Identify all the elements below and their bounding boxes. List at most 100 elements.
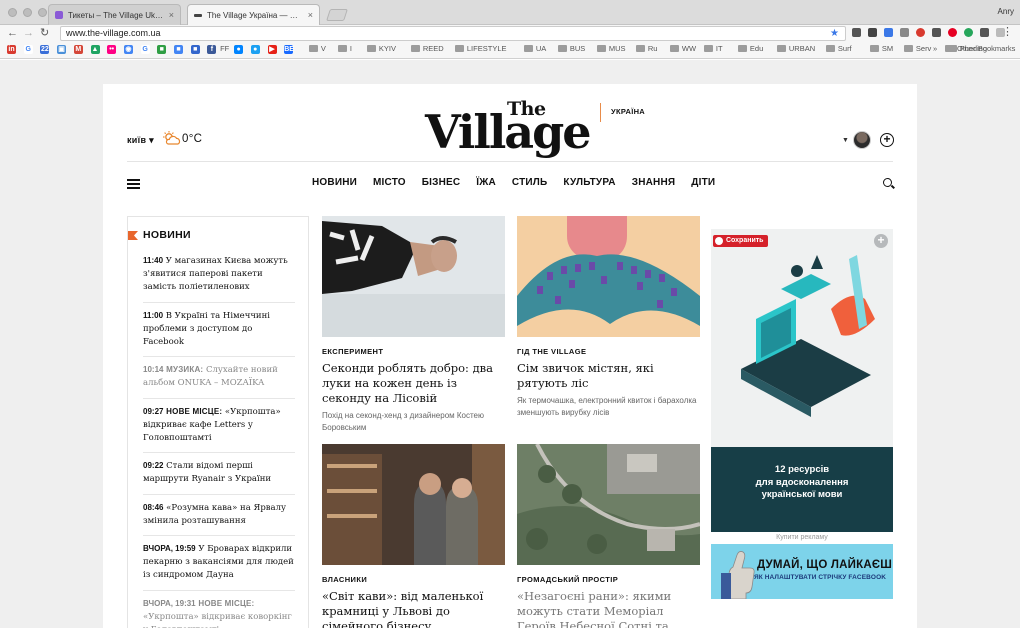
news-item[interactable]: ВЧОРА, 19:31 НОВЕ МІСЦЕ: «Укрпошта» відк…: [143, 597, 295, 628]
bookmark-folder[interactable]: V: [308, 44, 326, 53]
article-headline[interactable]: Секонди роблять добро: два луки на кожен…: [322, 361, 505, 406]
region-label[interactable]: УКРАЇНА: [611, 107, 645, 116]
bookmark-icon[interactable]: ■: [190, 45, 200, 54]
bookmark-folder[interactable]: URBAN: [776, 44, 815, 53]
extension-icon[interactable]: [884, 28, 893, 37]
bookmark-icon[interactable]: ▣: [57, 45, 67, 54]
site-logo-the[interactable]: The: [507, 98, 546, 120]
user-avatar[interactable]: [853, 131, 871, 149]
extension-icon[interactable]: [932, 28, 941, 37]
bookmark-star-icon[interactable]: ★: [830, 27, 839, 40]
bookmark-icon[interactable]: ●: [250, 45, 260, 54]
news-item[interactable]: 11:00 В Україні та Німеччині проблеми з …: [143, 309, 295, 358]
nav-item[interactable]: ЇЖА: [476, 177, 496, 188]
news-feed-title[interactable]: НОВИНИ: [143, 229, 191, 241]
extension-icon[interactable]: [980, 28, 989, 37]
bookmark-icon[interactable]: 22: [40, 45, 50, 54]
bookmark-folder[interactable]: MUS: [596, 44, 626, 53]
article-headline[interactable]: «Світ кави»: від маленької крамниці у Ль…: [322, 589, 505, 628]
add-icon[interactable]: +: [880, 133, 894, 147]
bookmark-folder[interactable]: LIFESTYLE: [454, 44, 507, 53]
article-card[interactable]: ЕКСПЕРИМЕНТ Секонди роблять добро: два л…: [322, 216, 505, 433]
chevron-down-icon[interactable]: ▼: [842, 137, 849, 144]
zoom-window-button[interactable]: [38, 8, 47, 17]
bookmark-icon[interactable]: ●: [234, 45, 244, 54]
article-rubric[interactable]: ВЛАСНИКИ: [322, 575, 505, 584]
news-item[interactable]: ВЧОРА, 19:59 У Броварах відкрили пекарню…: [143, 542, 295, 591]
bookmark-icon[interactable]: M: [73, 45, 83, 54]
bookmark-folder[interactable]: WW: [669, 44, 696, 53]
browser-tab-tickets[interactable]: Тикеты – The Village Ukraine ×: [48, 4, 181, 25]
nav-item[interactable]: СТИЛЬ: [512, 177, 547, 188]
forward-arrow-icon[interactable]: →: [23, 26, 34, 40]
extension-icon[interactable]: [964, 28, 973, 37]
article-image[interactable]: [517, 444, 700, 565]
extension-icon[interactable]: [852, 28, 861, 37]
bookmark-folder[interactable]: KYIV: [366, 44, 396, 53]
buy-ad-link[interactable]: Купити рекламу: [711, 534, 893, 541]
nav-item[interactable]: БІЗНЕС: [422, 177, 461, 188]
article-card[interactable]: ГРОМАДСЬКИЙ ПРОСТІР «Незагоєні рани»: як…: [517, 444, 700, 628]
bookmark-icon[interactable]: ■: [174, 45, 183, 54]
ad-banner[interactable]: Сохранить + 12 ресурсів для вдосконаленн…: [711, 229, 893, 532]
city-selector[interactable]: київ ▾: [127, 135, 154, 146]
bookmark-folder[interactable]: Edu: [737, 44, 763, 53]
minimize-window-button[interactable]: [23, 8, 32, 17]
article-card[interactable]: ГІД THE VILLAGE Сім звичок містян, які р…: [517, 216, 700, 418]
article-rubric[interactable]: ЕКСПЕРИМЕНТ: [322, 347, 505, 356]
expand-icon[interactable]: +: [874, 234, 888, 248]
bookmark-folder[interactable]: Ru: [635, 44, 657, 53]
bookmark-icon[interactable]: ▲: [90, 45, 100, 54]
bookmark-icon[interactable]: ◉: [123, 45, 133, 54]
ad-text-block[interactable]: 12 ресурсів для вдосконалення українсько…: [711, 447, 893, 532]
bookmark-folder[interactable]: UA: [523, 44, 546, 53]
bookmark-icon[interactable]: BЕ: [284, 45, 294, 54]
bookmark-icon[interactable]: G: [23, 45, 33, 54]
article-image[interactable]: [517, 216, 700, 337]
nav-item[interactable]: МІСТО: [373, 177, 406, 188]
nav-item[interactable]: КУЛЬТУРА: [563, 177, 615, 188]
news-item[interactable]: 09:27 НОВЕ МІСЦЕ: «Укрпошта» відкриває к…: [143, 405, 295, 454]
news-item[interactable]: 09:22 Стали відомі перші маршрути Ryanai…: [143, 459, 295, 495]
back-arrow-icon[interactable]: ←: [7, 26, 18, 40]
news-item[interactable]: 10:14 МУЗИКА: Слухайте новий альбом ONUK…: [143, 363, 295, 399]
tab-close-icon[interactable]: ×: [308, 10, 313, 20]
browser-tab-village[interactable]: The Village Україна — Новини ×: [187, 4, 320, 25]
extension-icon[interactable]: [868, 28, 877, 37]
bookmark-ff[interactable]: FF: [220, 44, 229, 53]
bookmark-icon[interactable]: in: [7, 45, 16, 54]
extension-icon[interactable]: [916, 28, 925, 37]
news-item[interactable]: 11:40 У магазинах Києва можуть з'явитися…: [143, 254, 295, 303]
other-bookmarks[interactable]: Other Bookmarks: [945, 44, 1015, 53]
search-icon[interactable]: [883, 178, 892, 187]
news-item[interactable]: 08:46 «Розумна кава» на Ярвалу змінила р…: [143, 501, 295, 537]
bookmark-folder[interactable]: IT: [703, 44, 723, 53]
bookmark-folder[interactable]: Surf: [825, 44, 852, 53]
bookmark-folder[interactable]: REED: [410, 44, 444, 53]
pinterest-save-button[interactable]: Сохранить: [713, 235, 769, 247]
bookmark-icon[interactable]: ■: [157, 45, 167, 54]
article-card[interactable]: ВЛАСНИКИ «Світ кави»: від маленької крам…: [322, 444, 505, 628]
bookmark-icon[interactable]: ••: [107, 45, 117, 54]
article-image[interactable]: [322, 444, 505, 565]
article-rubric[interactable]: ГРОМАДСЬКИЙ ПРОСТІР: [517, 575, 700, 584]
ad-banner-facebook[interactable]: ДУМАЙ, ЩО ЛАЙКАЄШ ЯК НАЛАШТУВАТИ СТРІЧКУ…: [711, 544, 893, 599]
nav-item[interactable]: ЗНАННЯ: [632, 177, 676, 188]
new-tab-button[interactable]: [326, 9, 348, 21]
article-headline[interactable]: «Незагоєні рани»: якими можуть стати Мем…: [517, 589, 700, 628]
article-headline[interactable]: Сім звичок містян, які рятують ліс: [517, 361, 700, 391]
reload-icon[interactable]: ↻: [40, 26, 49, 40]
browser-menu-icon[interactable]: ⋮: [1002, 26, 1013, 38]
bookmark-folder[interactable]: SM: [869, 44, 893, 53]
address-bar[interactable]: www.the-village.com.ua ★: [60, 26, 846, 41]
extension-icon[interactable]: [900, 28, 909, 37]
bookmark-folder[interactable]: BUS: [557, 44, 585, 53]
tab-close-icon[interactable]: ×: [169, 10, 174, 20]
hamburger-menu-icon[interactable]: [127, 179, 140, 189]
bookmark-icon[interactable]: f: [207, 45, 217, 54]
bookmark-icon[interactable]: ▶: [267, 45, 277, 54]
nav-item[interactable]: ДІТИ: [691, 177, 715, 188]
close-window-button[interactable]: [8, 8, 17, 17]
bookmark-folder[interactable]: I: [337, 44, 352, 53]
more-bookmarks-chevron-icon[interactable]: »: [933, 44, 937, 53]
